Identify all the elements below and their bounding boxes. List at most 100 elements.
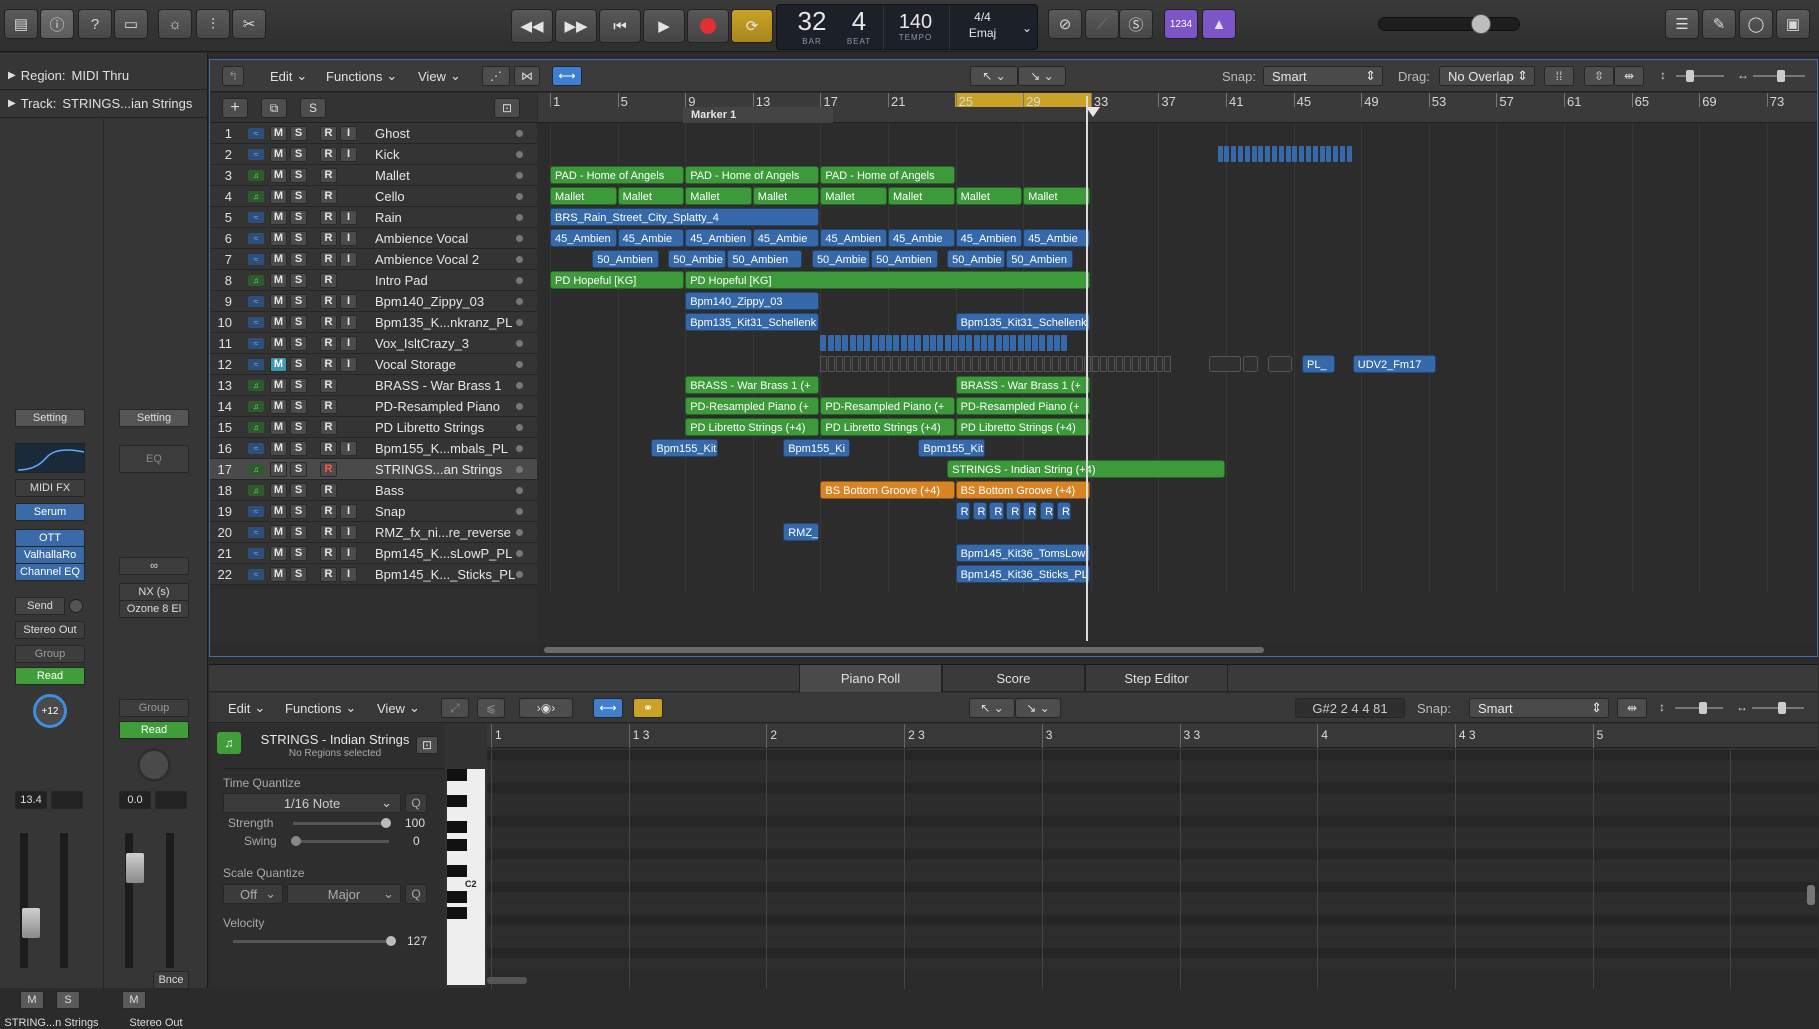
functions-menu[interactable]: Functions ⌄ — [326, 66, 397, 86]
region[interactable]: UDV2_Fm17 — [1352, 355, 1437, 373]
vocal-region[interactable] — [1004, 356, 1012, 372]
region[interactable]: PD Hopeful [KG] — [685, 271, 1090, 289]
solo-button[interactable]: S — [56, 991, 80, 1009]
region[interactable]: R — [989, 502, 1004, 520]
record-enable-button[interactable]: R — [320, 378, 337, 393]
automation-mode[interactable]: Read — [119, 721, 189, 739]
track-header[interactable]: 1 ≈ M S R I Ghost — [210, 123, 537, 144]
track-header[interactable]: 3 ♫ M S R Mallet — [210, 165, 537, 186]
lcd-signature-key[interactable]: 4/4 Emaj — [949, 5, 1015, 51]
swing-slider[interactable] — [291, 836, 389, 846]
input-monitor-button[interactable]: I — [340, 441, 357, 456]
mute-button[interactable]: M — [270, 294, 287, 309]
input-monitor-button[interactable]: I — [340, 210, 357, 225]
region[interactable]: 50_Ambie — [811, 250, 871, 268]
vox-region[interactable] — [981, 335, 987, 351]
track-header[interactable]: 13 ♫ M S R BRASS - War Brass 1 — [210, 375, 537, 396]
input-monitor-button[interactable]: I — [340, 504, 357, 519]
vocal-region[interactable] — [964, 356, 972, 372]
slider-thumb[interactable] — [1686, 70, 1694, 82]
input-monitor-button[interactable]: I — [340, 252, 357, 267]
scale-quantize-button[interactable]: Q — [405, 884, 427, 904]
region[interactable]: Bpm155_Ki — [783, 439, 850, 457]
region[interactable]: PD-Resampled Piano (+ — [955, 397, 1090, 415]
region[interactable]: PD Libretto Strings (+4) — [955, 418, 1090, 436]
input-monitor-button[interactable]: I — [340, 147, 357, 162]
kick-region[interactable] — [1299, 146, 1305, 162]
region[interactable]: BS Bottom Groove (+4) — [955, 481, 1090, 499]
region[interactable]: 50_Ambien — [1006, 250, 1073, 268]
region[interactable]: Mallet — [888, 187, 955, 205]
piano-keyboard[interactable]: C2 — [447, 769, 485, 985]
record-enable-button[interactable]: R — [320, 420, 337, 435]
vox-region[interactable] — [915, 335, 922, 351]
plugin-slot[interactable]: ValhallaRo — [15, 546, 85, 564]
region[interactable]: BRASS - War Brass 1 (+ — [685, 376, 820, 394]
black-key[interactable] — [447, 795, 467, 807]
add-track-button[interactable]: + — [222, 98, 248, 118]
region[interactable]: Bpm135_Kit31_Schellenk — [955, 313, 1090, 331]
vocal-region[interactable] — [996, 356, 1004, 372]
vox-region[interactable] — [937, 335, 944, 351]
record-enable-button[interactable]: R — [320, 357, 337, 372]
mute-button[interactable]: M — [270, 189, 287, 204]
plugin-slot[interactable]: OTT — [15, 529, 85, 547]
instrument-slot[interactable]: Serum — [15, 503, 85, 521]
balance-knob[interactable] — [137, 748, 171, 782]
kick-region[interactable] — [1319, 146, 1325, 162]
flex-icon[interactable]: ⋈ — [514, 66, 540, 86]
metronome-icon[interactable]: ▲ — [1202, 9, 1236, 39]
kick-region[interactable] — [1237, 146, 1243, 162]
record-enable-button[interactable]: R — [320, 336, 337, 351]
solo-button[interactable]: S — [290, 567, 307, 582]
track-header[interactable]: 15 ♫ M S R PD Libretto Strings — [210, 417, 537, 438]
record-enable-button[interactable]: R — [320, 294, 337, 309]
vocal-region[interactable] — [1148, 356, 1156, 372]
catch-playhead-icon[interactable]: ⟷ — [593, 698, 623, 718]
mute-button[interactable]: M — [270, 210, 287, 225]
vox-region[interactable] — [1032, 335, 1039, 351]
region[interactable]: R — [1023, 502, 1038, 520]
mute-button[interactable]: M — [270, 252, 287, 267]
volume-fader[interactable] — [22, 908, 40, 938]
quantize-button[interactable]: Q — [405, 793, 427, 813]
kick-region[interactable] — [1271, 146, 1277, 162]
mute-button[interactable]: M — [270, 420, 287, 435]
region[interactable]: PAD - Home of Angels — [820, 166, 955, 184]
region[interactable]: Mallet — [820, 187, 887, 205]
play-button[interactable]: ▶ — [643, 9, 685, 43]
waveform-zoom-icon[interactable]: ⁞⁞ — [1544, 66, 1574, 86]
track-header[interactable]: 22 ≈ M S R I Bpm145_K..._Sticks_PL — [210, 564, 537, 585]
editor-snap-popup[interactable]: Smart ⇕ — [1469, 698, 1609, 718]
scrollbar-thumb[interactable] — [544, 647, 1264, 653]
record-enable-button[interactable]: R — [320, 210, 337, 225]
drag-popup[interactable]: No Overlap ⇕ — [1439, 66, 1535, 86]
solo-button[interactable]: S — [290, 441, 307, 456]
kick-region[interactable] — [1231, 146, 1237, 162]
vox-region[interactable] — [827, 335, 834, 351]
region[interactable]: PD-Resampled Piano (+ — [820, 397, 955, 415]
quick-help-icon[interactable]: ? — [78, 9, 112, 39]
region-inspector-header[interactable]: ▶ Region: MIDI Thru — [0, 61, 208, 89]
editors-icon[interactable]: ✂ — [232, 9, 266, 39]
strength-slider[interactable] — [293, 818, 391, 828]
kick-region[interactable] — [1265, 146, 1271, 162]
track-inspector-header[interactable]: ▶ Track: STRINGS...ian Strings — [0, 89, 208, 117]
vox-region[interactable] — [1061, 335, 1068, 351]
plugin-slot[interactable]: NX (s) — [119, 583, 189, 601]
editor-edit-menu[interactable]: Edit ⌄ — [228, 698, 265, 718]
track-header[interactable]: 14 ♫ M S R PD-Resampled Piano — [210, 396, 537, 417]
region[interactable]: R — [955, 502, 970, 520]
solo-button[interactable]: S — [290, 420, 307, 435]
solo-button[interactable]: S — [290, 231, 307, 246]
view-menu[interactable]: View ⌄ — [418, 66, 461, 86]
mute-button[interactable]: M — [270, 126, 287, 141]
track-header[interactable]: 7 ≈ M S R I Ambience Vocal 2 — [210, 249, 537, 270]
vocal-region[interactable] — [884, 356, 892, 372]
mute-button[interactable]: M — [270, 399, 287, 414]
vocal-region[interactable] — [1044, 356, 1052, 372]
region[interactable]: 50_Ambien — [871, 250, 938, 268]
vox-region[interactable] — [1054, 335, 1060, 351]
region[interactable]: PL_ — [1302, 355, 1335, 373]
record-enable-button[interactable]: R — [320, 231, 337, 246]
